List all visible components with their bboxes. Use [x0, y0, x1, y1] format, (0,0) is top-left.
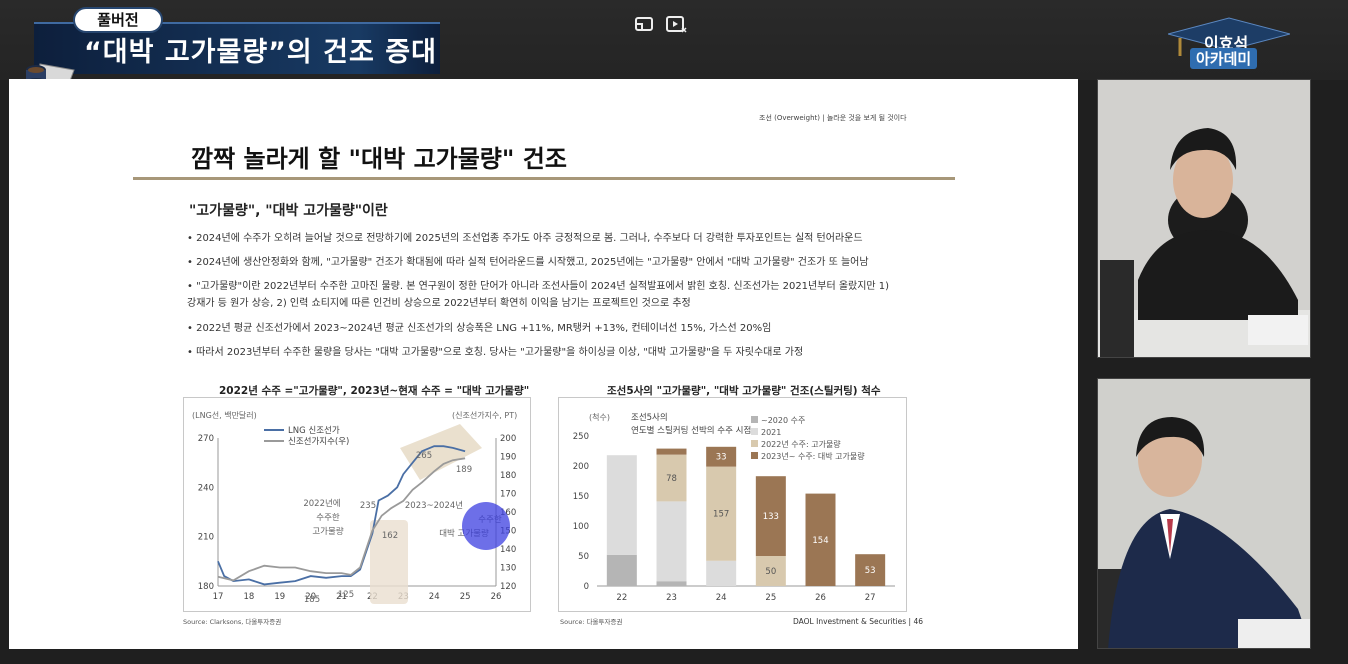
bar-data-label: 157 [713, 510, 729, 520]
bar-chart-xtick: 27 [865, 593, 876, 603]
bar-chart: (척수) 조선5사의연도별 스틸커팅 선박의 수주 시점2502001501005… [573, 412, 895, 603]
bar-chart-xtick: 22 [616, 593, 627, 603]
bar-legend-label-1: ~2020 수주 [761, 416, 805, 425]
bar-legend-swatch-1 [751, 416, 758, 423]
slide-header-right: 조선 (Overweight) | 놀라운 것을 보게 될 것이다 [759, 114, 907, 122]
presentation-slide: 조선 (Overweight) | 놀라운 것을 보게 될 것이다 깜짝 놀라게… [9, 79, 1078, 649]
bar-chart-ytick: 50 [578, 552, 589, 562]
line-chart-ytick-right: 200 [500, 434, 516, 444]
line-chart-xtick: 25 [460, 592, 471, 602]
bar-chart-ytick: 150 [573, 492, 589, 502]
legend-label-1: LNG 신조선가 [288, 426, 340, 436]
legend-label-2: 신조선가지수(우) [288, 437, 349, 447]
bullet-1: • 2024년에 수주가 오히려 늘어날 것으로 전망하기에 2025년의 조선… [187, 233, 863, 244]
line-chart-xtick: 17 [213, 592, 224, 602]
bar-chart-ytick: 0 [584, 582, 589, 592]
line-chart-annotation: 265 [416, 451, 432, 461]
bar-segment [656, 501, 687, 582]
bar-legend-swatch-3 [751, 440, 758, 447]
bar-legend-label-4: 2023년~ 수주: 대박 고가물량 [761, 451, 865, 461]
bullet-3-cont: 강재가 등 원가 상승, 2) 인력 쇼티지에 따른 인건비 상승으로 2022… [187, 298, 691, 309]
line-chart-ylabel-left: (LNG선, 백만달러) [192, 410, 257, 420]
academy-name-line2: 아카데미 [1190, 48, 1258, 69]
academy-logo: 이효석 아카데미 [1166, 16, 1292, 72]
line-chart-xtick: 18 [243, 592, 254, 602]
pip-icon[interactable] [630, 10, 658, 38]
bullet-2: • 2024년에 생산안정화와 함께, "고가물량" 건조가 확대됨에 따라 실… [187, 257, 869, 268]
bullet-4: • 2022년 평균 신조선가에서 2023~2024년 평균 신조선가의 상승… [187, 323, 772, 334]
bar-chart-title: 조선5사의 "고가물량", "대박 고가물량" 건조(스틸커팅) 척수 [607, 385, 881, 397]
presenter-2 [1098, 379, 1310, 648]
line-chart-ytick-right: 120 [500, 582, 516, 592]
autoplay-icon[interactable] [662, 10, 690, 38]
bar-segment [606, 455, 637, 555]
line-chart-annotation: 235 [360, 501, 376, 511]
line-chart-frame: (LNG선, 백만달러) (신조선가지수, PT) 270 240 210 180 200 1… [183, 397, 531, 612]
bar-chart-ytick: 100 [573, 522, 589, 532]
bar-legend-swatch-2 [751, 428, 758, 435]
line-chart-ytick-left: 270 [198, 434, 214, 444]
bar-data-label: 50 [765, 567, 776, 577]
bullet-3: • "고가물량"이란 2022년부터 수주한 고마진 물량. 본 연구원이 정한… [187, 281, 890, 292]
slide-footer: DAOL Investment & Securities | 46 [793, 617, 924, 626]
line-chart-ytick-right: 190 [500, 453, 516, 463]
line-chart-ylabel-right: (신조선가지수, PT) [452, 411, 517, 420]
video-title: “대박 고가물량”의 건조 증대 [84, 37, 437, 68]
bar-segment [706, 560, 737, 586]
line-chart-annotation: 189 [456, 465, 472, 475]
line-chart-annotation: 185 [304, 595, 320, 605]
bar-data-label: 154 [812, 536, 828, 546]
slide-title: 깜짝 놀라게 할 "대박 고가물량" 건조 [191, 145, 567, 173]
line-chart-source: Source: Clarksons, 다올투자증권 [183, 618, 282, 626]
line-chart-annotation: 고가물량 [312, 526, 343, 537]
bar-chart-inner-title: 연도별 스틸커팅 선박의 수주 시점 [631, 425, 751, 436]
line-chart-ytick-right: 170 [500, 490, 516, 500]
bar-data-label: 53 [865, 566, 876, 576]
line-chart-annotation: 2023~2024년 [405, 500, 463, 511]
bar-data-label: 33 [716, 453, 727, 463]
cursor-highlight-circle [462, 502, 510, 550]
line-chart: (LNG선, 백만달러) (신조선가지수, PT) 270 240 210 180 200 1… [192, 410, 517, 605]
bar-chart-xtick: 23 [666, 593, 677, 603]
bar-segment [656, 581, 687, 586]
bar-segment [606, 554, 637, 586]
line-chart-annotation: 162 [382, 531, 398, 541]
line-chart-ytick-left: 180 [198, 582, 214, 592]
webcam-top [1097, 79, 1311, 358]
bar-chart-ytick: 250 [573, 432, 589, 442]
bar-data-label: 78 [666, 474, 677, 484]
full-version-badge: 풀버전 [73, 7, 163, 33]
line-chart-xtick: 24 [429, 592, 440, 602]
line-chart-annotation: 수주한 [316, 513, 340, 523]
line-chart-ytick-left: 240 [198, 483, 214, 493]
bar-chart-frame: (척수) 조선5사의 연도별 스틸커팅 선박의 수주 시점 250 200 150 100 5… [558, 397, 907, 612]
line-chart-ytick-right: 140 [500, 545, 516, 555]
bullet-5: • 따라서 2023년부터 수주한 물량을 당사는 "대박 고가물량"으로 호칭… [187, 347, 804, 358]
bar-data-label: 133 [763, 512, 779, 522]
bar-chart-inner-title: 조선5사의 [631, 412, 668, 423]
line-chart-ytick-right: 130 [500, 564, 516, 574]
webcam-bottom [1097, 378, 1311, 649]
line-chart-annotation: 2022년에 [303, 498, 340, 509]
slide-subhead: "고가물량", "대박 고가물량"이란 [189, 203, 388, 219]
bar-legend-swatch-4 [751, 452, 758, 459]
line-chart-annotation: 125 [338, 590, 354, 600]
bar-chart-xtick: 26 [815, 593, 826, 603]
bar-legend-label-3: 2022년 수주: 고가물량 [761, 439, 841, 449]
line-series-2 [217, 457, 466, 582]
line-chart-title: 2022년 수주 ="고가물량", 2023년~현재 수주 = "대박 고가물량… [219, 385, 530, 397]
bar-chart-ylabel: (척수) [589, 413, 610, 422]
bar-chart-xtick: 24 [716, 593, 727, 603]
line-chart-xtick: 26 [491, 592, 502, 602]
bar-chart-source: Source: 다올투자증권 [560, 618, 623, 626]
title-divider [133, 177, 955, 180]
line-chart-ytick-right: 180 [500, 471, 516, 481]
bar-legend-label-2: 2021 [761, 428, 781, 437]
bar-chart-ytick: 200 [573, 462, 589, 472]
line-chart-ytick-left: 210 [198, 533, 214, 543]
bar-segment [656, 448, 687, 455]
line-chart-xtick: 19 [274, 592, 285, 602]
bar-chart-xtick: 25 [765, 593, 776, 603]
presenter-1 [1098, 80, 1310, 357]
